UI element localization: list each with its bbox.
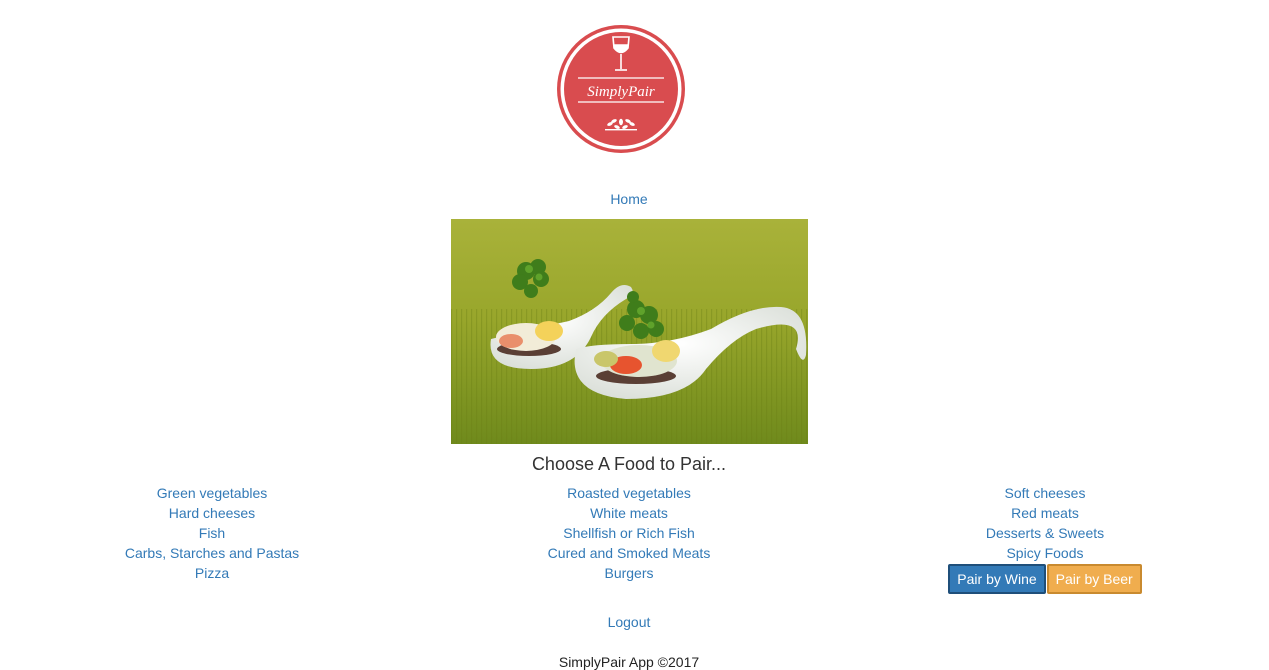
nav-bar: Home bbox=[0, 190, 1258, 208]
food-link-roasted-vegetables[interactable]: Roasted vegetables bbox=[479, 483, 779, 503]
food-link-shellfish-rich-fish[interactable]: Shellfish or Rich Fish bbox=[479, 523, 779, 543]
food-link-cured-smoked-meats[interactable]: Cured and Smoked Meats bbox=[479, 543, 779, 563]
logout-link[interactable]: Logout bbox=[608, 614, 651, 630]
food-appetizer-spoons-image bbox=[451, 219, 808, 444]
food-link-white-meats[interactable]: White meats bbox=[479, 503, 779, 523]
food-list-left: Green vegetables Hard cheeses Fish Carbs… bbox=[62, 483, 362, 583]
food-link-pizza[interactable]: Pizza bbox=[62, 563, 362, 583]
logout-row: Logout bbox=[0, 613, 1258, 631]
food-link-hard-cheeses[interactable]: Hard cheeses bbox=[62, 503, 362, 523]
pair-by-wine-button[interactable]: Pair by Wine bbox=[948, 564, 1046, 594]
simplypair-logo[interactable]: SimplyPair bbox=[555, 23, 687, 155]
pair-by-beer-button[interactable]: Pair by Beer bbox=[1046, 564, 1142, 594]
food-link-burgers[interactable]: Burgers bbox=[479, 563, 779, 583]
food-list-middle: Roasted vegetables White meats Shellfish… bbox=[479, 483, 779, 583]
food-list-right: Soft cheeses Red meats Desserts & Sweets… bbox=[895, 483, 1195, 594]
food-link-green-vegetables[interactable]: Green vegetables bbox=[62, 483, 362, 503]
food-link-spicy-foods[interactable]: Spicy Foods bbox=[895, 543, 1195, 563]
footer-copyright: SimplyPair App ©2017 bbox=[558, 654, 700, 670]
food-link-soft-cheeses[interactable]: Soft cheeses bbox=[895, 483, 1195, 503]
food-link-red-meats[interactable]: Red meats bbox=[895, 503, 1195, 523]
page: SimplyPair Home Choose A Food to Pair...… bbox=[0, 0, 1269, 670]
page-heading: Choose A Food to Pair... bbox=[531, 454, 727, 474]
home-link[interactable]: Home bbox=[610, 191, 647, 207]
food-link-fish[interactable]: Fish bbox=[62, 523, 362, 543]
logo-badge: SimplyPair bbox=[557, 25, 685, 153]
food-link-desserts-sweets[interactable]: Desserts & Sweets bbox=[895, 523, 1195, 543]
pair-button-group: Pair by Wine Pair by Beer bbox=[895, 564, 1195, 594]
food-link-carbs-starches-pastas[interactable]: Carbs, Starches and Pastas bbox=[62, 543, 362, 563]
hero-image bbox=[451, 219, 808, 444]
logo-text: SimplyPair bbox=[587, 84, 655, 100]
